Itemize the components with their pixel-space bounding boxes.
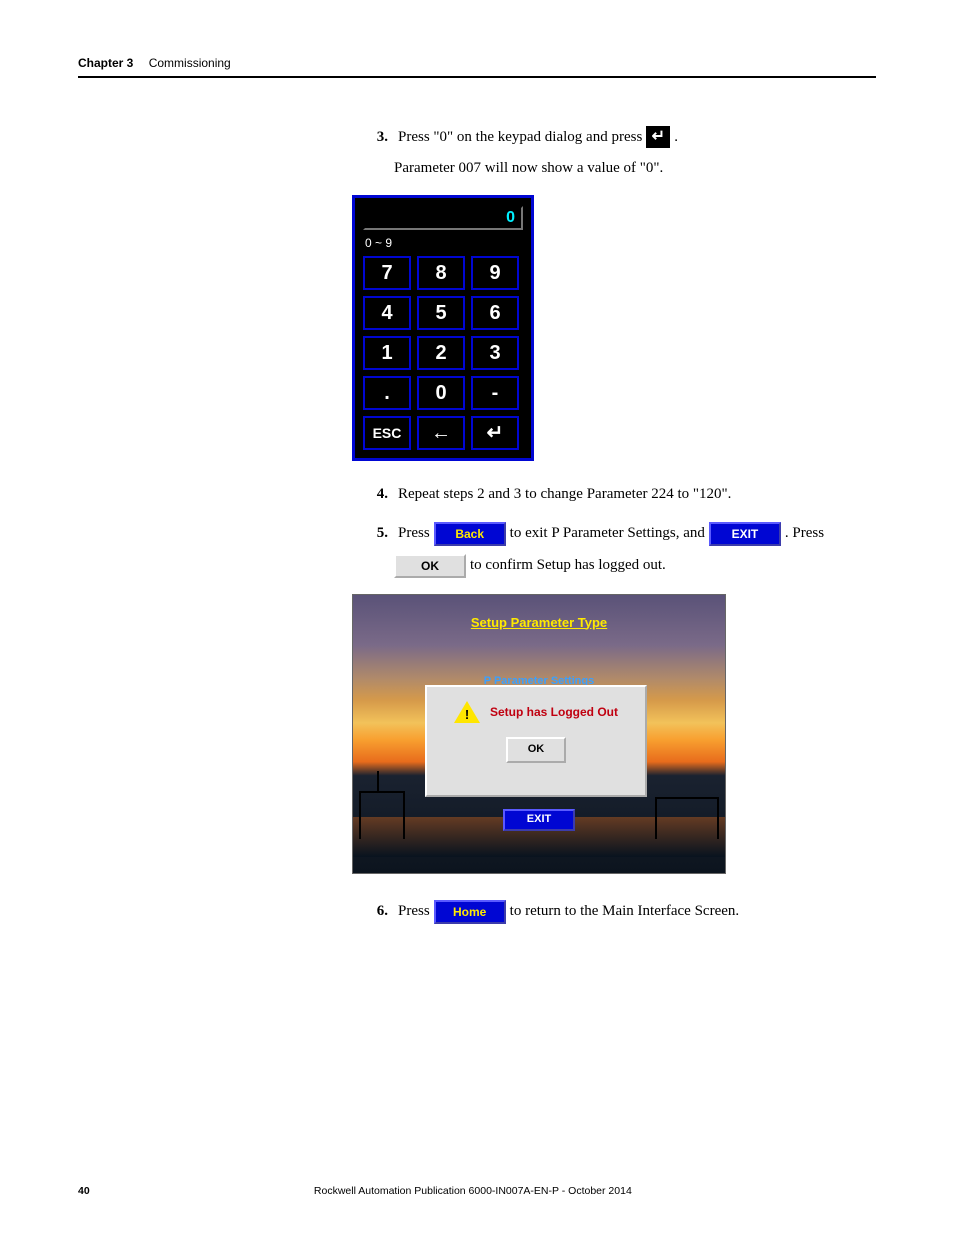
- step-text: Press: [398, 522, 430, 545]
- key-2[interactable]: 2: [417, 336, 465, 370]
- dialog-message: Setup has Logged Out: [490, 703, 618, 721]
- hmi-title: Setup Parameter Type: [353, 613, 725, 633]
- key-8[interactable]: 8: [417, 256, 465, 290]
- step-number: 4.: [366, 483, 388, 506]
- step-text: Press "0" on the keypad dialog and press: [398, 126, 642, 149]
- step-number: 5.: [366, 522, 388, 545]
- step-text: Repeat steps 2 and 3 to change Parameter…: [398, 483, 731, 506]
- hmi-exit-button[interactable]: EXIT: [503, 809, 575, 831]
- key-6[interactable]: 6: [471, 296, 519, 330]
- step-subtext: Parameter 007 will now show a value of "…: [394, 157, 876, 180]
- content-area: 3. Press "0" on the keypad dialog and pr…: [366, 126, 876, 924]
- section-title: Commissioning: [149, 56, 231, 70]
- enter-icon: ↵: [646, 126, 670, 148]
- key-dot[interactable]: .: [363, 376, 411, 410]
- key-7[interactable]: 7: [363, 256, 411, 290]
- key-5[interactable]: 5: [417, 296, 465, 330]
- key-4[interactable]: 4: [363, 296, 411, 330]
- key-backspace[interactable]: ←: [417, 416, 465, 450]
- hmi-screenshot: Setup Parameter Type P Parameter Setting…: [352, 594, 726, 874]
- ok-button[interactable]: OK: [394, 554, 466, 578]
- page-footer: 40 Rockwell Automation Publication 6000-…: [78, 1185, 876, 1197]
- step-text: .: [674, 126, 678, 149]
- step-4: 4. Repeat steps 2 and 3 to change Parame…: [366, 483, 876, 506]
- step-text: Press: [398, 900, 430, 923]
- back-button[interactable]: Back: [434, 522, 506, 546]
- key-enter[interactable]: ↵: [471, 416, 519, 450]
- step-text: to confirm Setup has logged out.: [470, 554, 666, 577]
- step-text: . Press: [785, 522, 824, 545]
- page-number: 40: [78, 1185, 90, 1197]
- step-number: 3.: [366, 126, 388, 149]
- keypad-screenshot: 0 0 ~ 9 7 8 9 4 5 6 1 2 3 . 0 - ESC ← ↵: [352, 195, 534, 461]
- rig-right: [655, 797, 719, 839]
- step-text: to return to the Main Interface Screen.: [510, 900, 739, 923]
- warning-icon: [454, 701, 480, 723]
- chapter-label: Chapter 3: [78, 56, 133, 70]
- step-6: 6. Press Home to return to the Main Inte…: [366, 900, 876, 924]
- keypad-display: 0: [363, 206, 523, 230]
- page-header: Chapter 3 Commissioning: [78, 56, 876, 70]
- key-0[interactable]: 0: [417, 376, 465, 410]
- key-minus[interactable]: -: [471, 376, 519, 410]
- key-esc[interactable]: ESC: [363, 416, 411, 450]
- exit-button[interactable]: EXIT: [709, 522, 781, 546]
- publication-id: Rockwell Automation Publication 6000-IN0…: [90, 1185, 856, 1197]
- logout-dialog: Setup has Logged Out OK: [425, 685, 647, 797]
- step-3: 3. Press "0" on the keypad dialog and pr…: [366, 126, 876, 179]
- step-text: to exit P Parameter Settings, and: [510, 522, 705, 545]
- keypad-grid: 7 8 9 4 5 6 1 2 3 . 0 - ESC ← ↵: [363, 256, 523, 450]
- rig-left: [359, 791, 405, 839]
- header-rule: [78, 76, 876, 78]
- step-5: 5. Press Back to exit P Parameter Settin…: [366, 522, 876, 578]
- keypad-range-label: 0 ~ 9: [365, 234, 523, 252]
- home-button[interactable]: Home: [434, 900, 506, 924]
- key-9[interactable]: 9: [471, 256, 519, 290]
- dialog-ok-button[interactable]: OK: [506, 737, 566, 763]
- key-1[interactable]: 1: [363, 336, 411, 370]
- step-number: 6.: [366, 900, 388, 923]
- key-3[interactable]: 3: [471, 336, 519, 370]
